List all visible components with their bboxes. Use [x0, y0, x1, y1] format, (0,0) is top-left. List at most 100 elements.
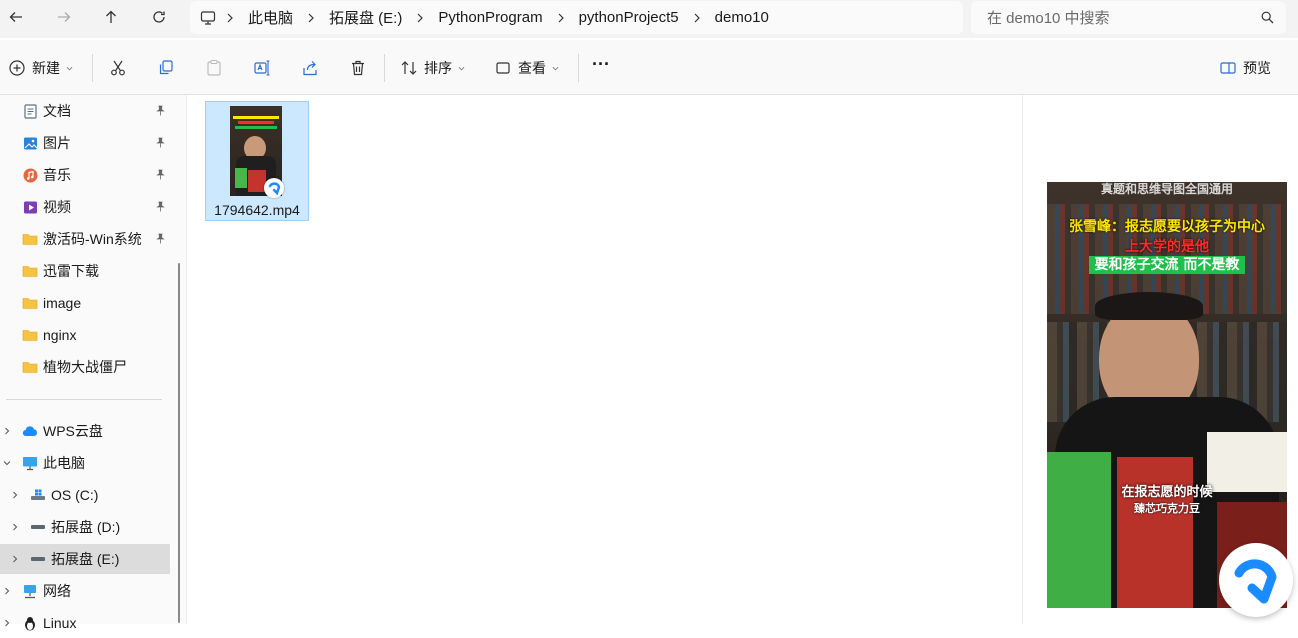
- sidebar-item-label: 植物大战僵尸: [43, 359, 127, 375]
- folder-icon: [22, 231, 38, 247]
- toolbar-divider: [578, 54, 579, 82]
- chevron-right-icon[interactable]: [10, 490, 20, 500]
- chevron-down-icon[interactable]: [2, 458, 12, 468]
- breadcrumb-item-this-pc[interactable]: 此电脑: [244, 7, 297, 28]
- cloud-icon: [22, 423, 38, 439]
- chevron-right-icon[interactable]: [10, 554, 20, 564]
- plus-circle-icon: [9, 60, 25, 76]
- chevron-right-icon[interactable]: [547, 13, 575, 23]
- new-button-label: 新建: [32, 60, 60, 76]
- preview-pane-icon: [1220, 62, 1236, 74]
- cut-button[interactable]: [109, 57, 127, 79]
- breadcrumb-item-drive-e[interactable]: 拓展盘 (E:): [325, 7, 406, 28]
- sidebar-item-this-pc[interactable]: 此电脑: [0, 448, 170, 478]
- refresh-button[interactable]: [145, 6, 173, 28]
- drive-icon: [30, 551, 46, 567]
- search-input[interactable]: [985, 7, 1249, 29]
- copy-button[interactable]: [157, 57, 175, 79]
- folder-icon: [22, 295, 38, 311]
- breadcrumb-item-demo10[interactable]: demo10: [711, 9, 773, 26]
- sidebar-item-wps-cloud[interactable]: WPS云盘: [0, 416, 170, 446]
- breadcrumb-item-pythonproject5[interactable]: pythonProject5: [575, 9, 683, 26]
- back-button[interactable]: [2, 6, 30, 28]
- arrow-left-icon: [9, 12, 22, 22]
- pin-icon[interactable]: [155, 201, 166, 212]
- rename-button[interactable]: [253, 57, 271, 79]
- pin-icon[interactable]: [155, 105, 166, 116]
- pin-icon[interactable]: [155, 169, 166, 180]
- sidebar-item-activation-folder[interactable]: 激活码-Win系统: [0, 224, 170, 254]
- new-button[interactable]: 新建: [8, 57, 73, 79]
- app-association-icon: [264, 178, 284, 198]
- scissors-icon: [111, 60, 125, 76]
- chevron-right-icon[interactable]: [216, 13, 244, 23]
- navigation-pane[interactable]: 文档 图片 音乐 视频 激活码-Win系统 迅雷下载 image nginx 植…: [0, 95, 187, 631]
- sidebar-item-documents[interactable]: 文档: [0, 96, 170, 126]
- delete-button[interactable]: [349, 57, 367, 79]
- chevron-right-icon[interactable]: [683, 13, 711, 23]
- breadcrumb-item-pythonprogram[interactable]: PythonProgram: [434, 9, 546, 26]
- sidebar-item-drive-e[interactable]: 拓展盘 (E:): [0, 544, 170, 574]
- sidebar-item-xunlei-download[interactable]: 迅雷下载: [0, 256, 170, 286]
- sidebar-item-label: 此电脑: [43, 455, 85, 471]
- sidebar-item-drive-c[interactable]: OS (C:): [0, 480, 170, 510]
- sidebar-item-music[interactable]: 音乐: [0, 160, 170, 190]
- sidebar-scrollbar[interactable]: [178, 263, 180, 623]
- sidebar-item-linux[interactable]: Linux: [0, 608, 170, 638]
- sidebar-item-pictures[interactable]: 图片: [0, 128, 170, 158]
- windows-drive-icon: [30, 487, 46, 503]
- pictures-icon: [22, 135, 38, 151]
- trash-icon: [352, 60, 364, 76]
- sidebar-item-label: WPS云盘: [43, 423, 103, 439]
- sidebar-item-label: 文档: [43, 103, 71, 119]
- address-bar-row: 此电脑 拓展盘 (E:) PythonProgram pythonProject…: [0, 0, 1298, 38]
- sidebar-item-network[interactable]: 网络: [0, 576, 170, 606]
- paste-button[interactable]: [205, 57, 223, 79]
- chevron-right-icon[interactable]: [297, 13, 325, 23]
- more-options-button[interactable]: ···: [592, 53, 610, 75]
- breadcrumb[interactable]: 此电脑 拓展盘 (E:) PythonProgram pythonProject…: [190, 1, 963, 34]
- sidebar-item-pvz[interactable]: 植物大战僵尸: [0, 352, 170, 382]
- view-button-label: 查看: [518, 60, 546, 76]
- preview-pane-button[interactable]: 预览: [1219, 57, 1271, 79]
- up-button[interactable]: [97, 6, 125, 28]
- drive-icon: [30, 519, 46, 535]
- chevron-right-icon[interactable]: [2, 426, 12, 436]
- chevron-right-icon[interactable]: [2, 586, 12, 596]
- search-box[interactable]: [971, 1, 1286, 34]
- file-name: 1794642.mp4: [214, 202, 300, 218]
- document-icon: [22, 103, 38, 119]
- view-button[interactable]: 查看: [494, 57, 559, 79]
- sidebar-item-label: nginx: [43, 327, 77, 343]
- copy-icon: [159, 60, 173, 75]
- sidebar-item-label: 迅雷下载: [43, 263, 99, 279]
- refresh-icon: [153, 11, 165, 23]
- forward-button[interactable]: [50, 6, 78, 28]
- sidebar-item-videos[interactable]: 视频: [0, 192, 170, 222]
- music-icon: [22, 167, 38, 183]
- sidebar-item-drive-d[interactable]: 拓展盘 (D:): [0, 512, 170, 542]
- share-button[interactable]: [301, 57, 319, 79]
- chevron-right-icon[interactable]: [10, 522, 20, 532]
- pc-icon: [22, 455, 38, 471]
- pin-icon[interactable]: [155, 137, 166, 148]
- preview-product-label: 臻芯巧克力豆: [1134, 502, 1200, 515]
- search-icon[interactable]: [1261, 11, 1274, 24]
- preview-caption-middle: 在报志愿的时候: [1121, 485, 1213, 500]
- chevron-right-icon[interactable]: [2, 618, 12, 628]
- sort-button[interactable]: 排序: [400, 57, 465, 79]
- pin-icon[interactable]: [155, 233, 166, 244]
- preview-headline: 张雪峰：报志愿要以孩子为中心: [1069, 219, 1265, 235]
- app-logo-icon: [1234, 559, 1277, 604]
- sidebar-item-image[interactable]: image: [0, 288, 170, 318]
- folder-icon: [22, 263, 38, 279]
- arrow-right-icon: [58, 12, 71, 22]
- sidebar-item-nginx[interactable]: nginx: [0, 320, 170, 350]
- sidebar-item-label: 拓展盘 (D:): [51, 519, 121, 535]
- toolbar-divider: [384, 54, 385, 82]
- floating-app-button[interactable]: [1219, 543, 1293, 617]
- file-item-video[interactable]: 1794642.mp4: [205, 101, 309, 221]
- monitor-icon[interactable]: [200, 10, 216, 26]
- chevron-right-icon[interactable]: [406, 13, 434, 23]
- file-list-area[interactable]: 1794642.mp4: [187, 95, 1021, 624]
